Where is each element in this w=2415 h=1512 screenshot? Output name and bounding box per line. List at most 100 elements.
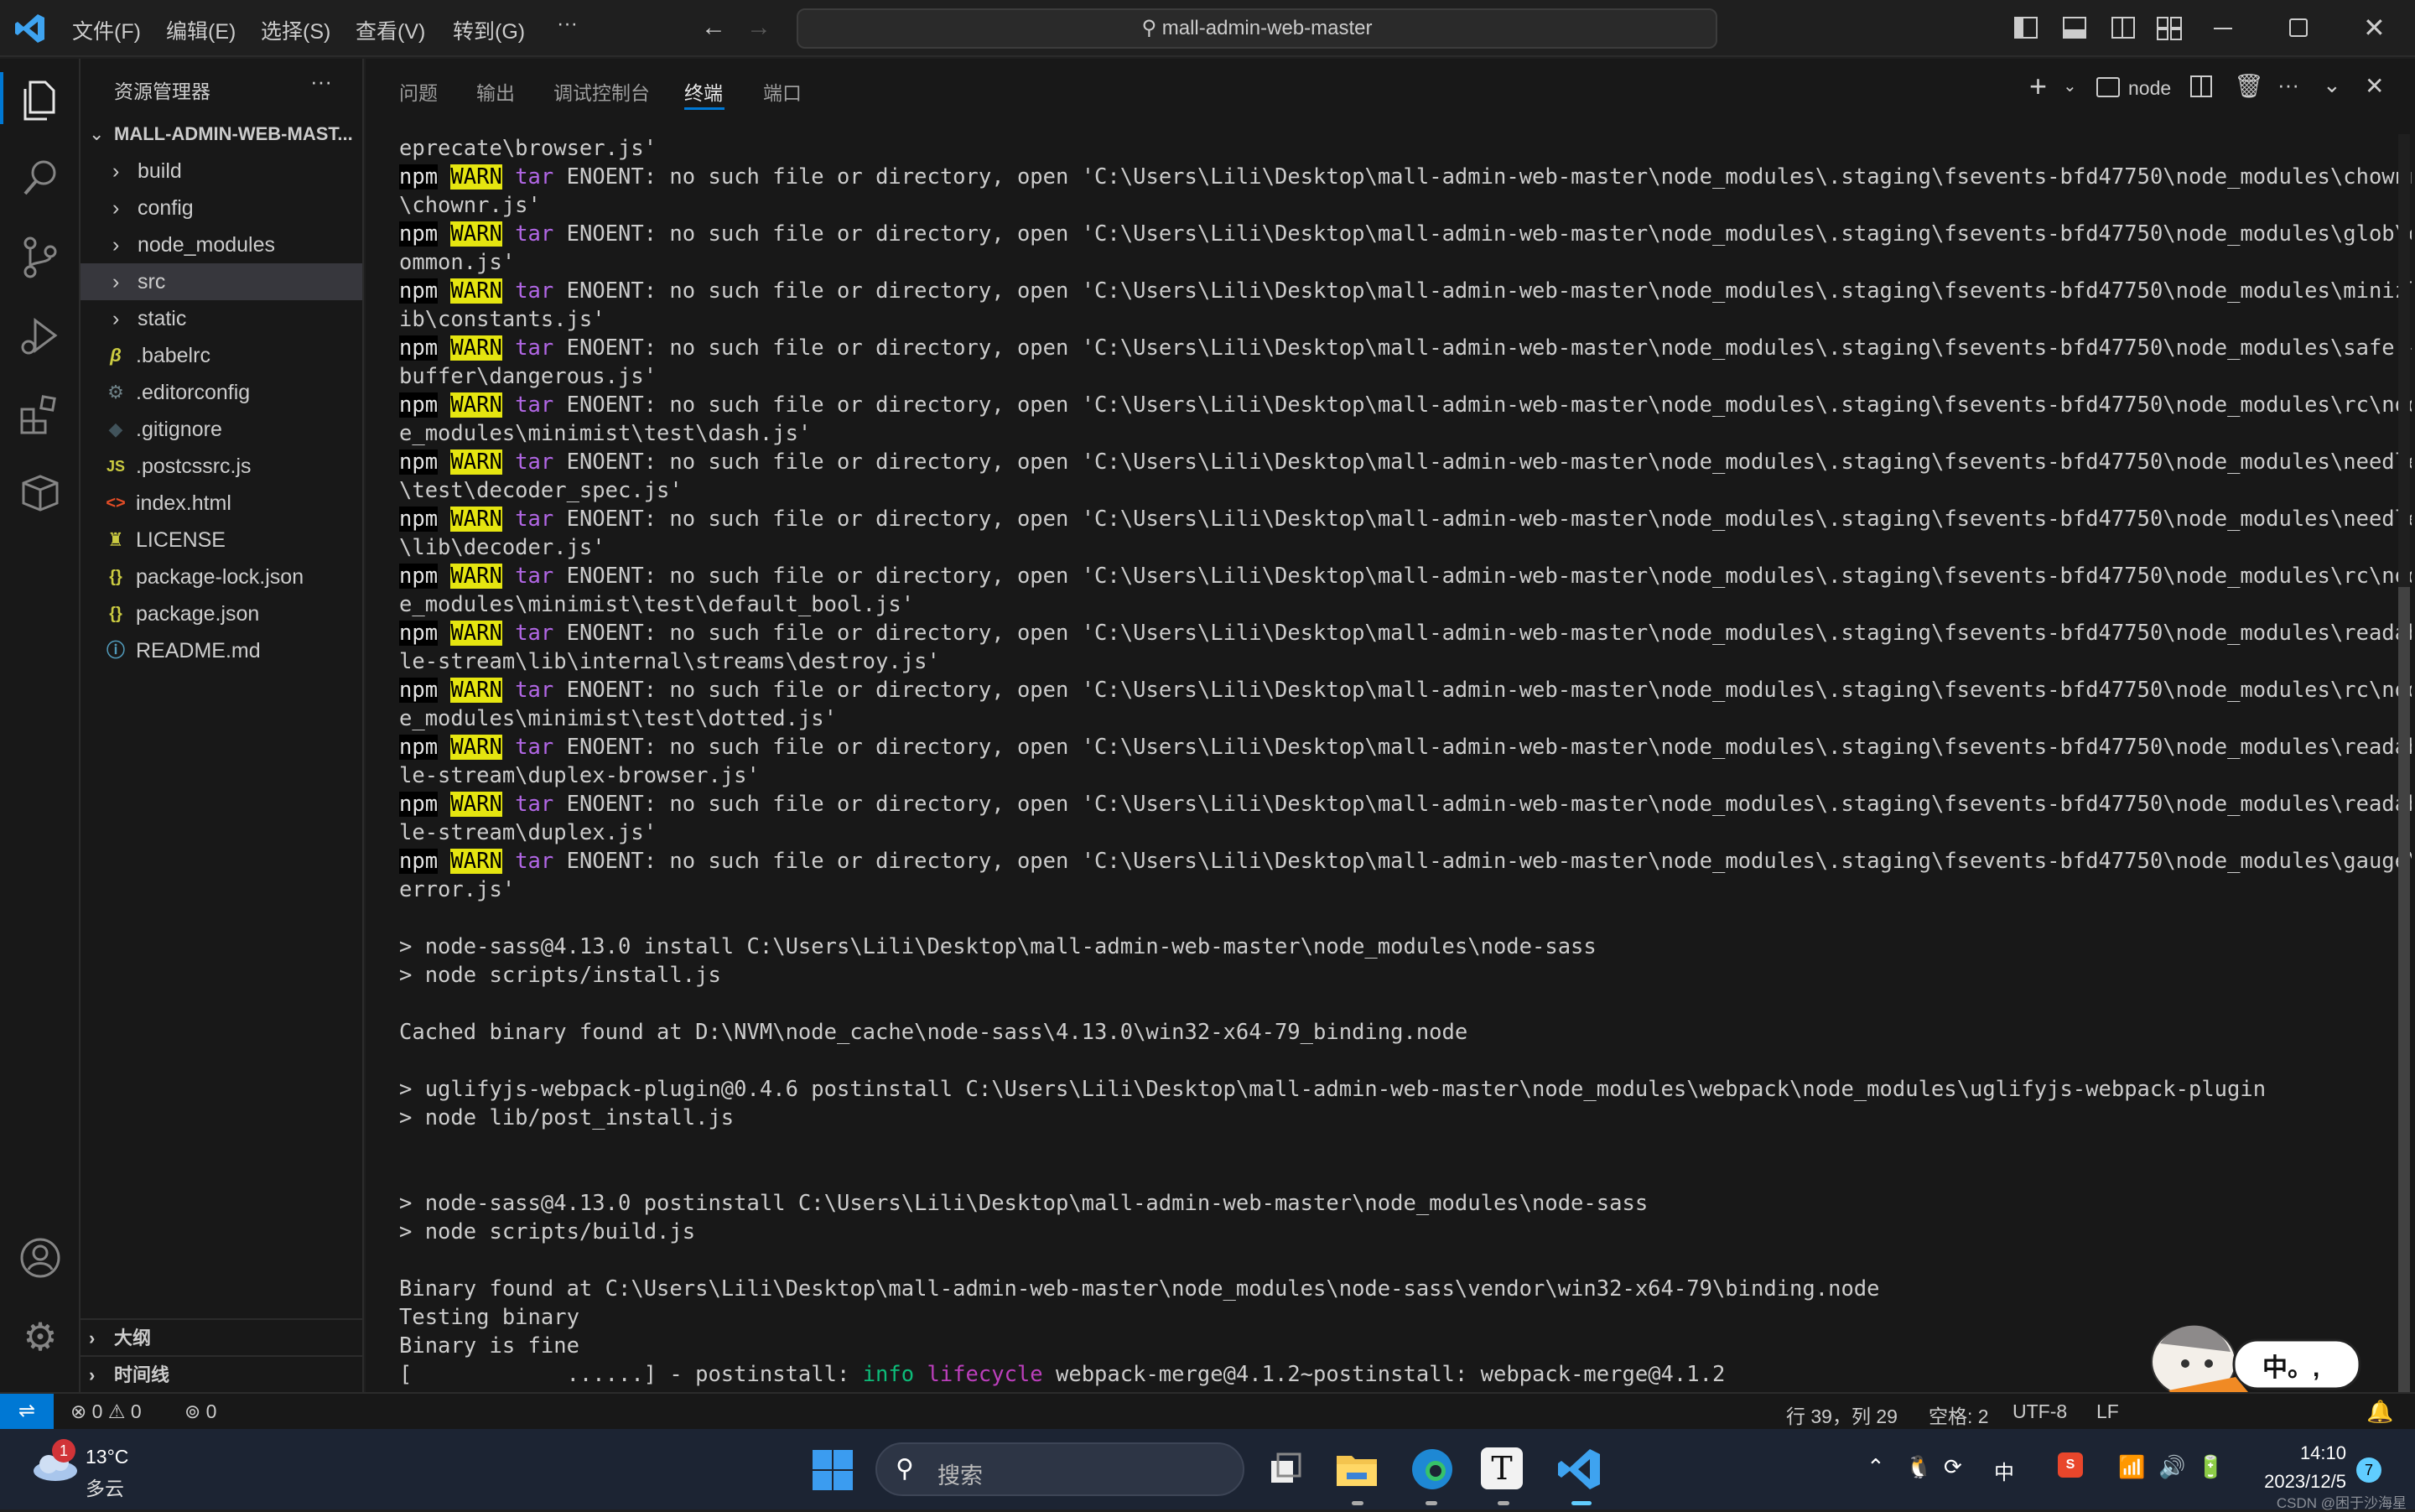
app-tray-icon[interactable]: S xyxy=(2058,1452,2083,1478)
file-editorconfig[interactable]: ⚙ .editorconfig xyxy=(80,374,362,411)
tab-terminal[interactable]: 终端 xyxy=(684,77,723,106)
volume-icon[interactable]: 🔊 xyxy=(2158,1454,2185,1480)
maximize-panel-chevron-icon[interactable]: ⌄ xyxy=(2323,72,2341,98)
file-license[interactable]: ♜ LICENSE xyxy=(80,522,362,559)
new-terminal-plus-icon[interactable]: + xyxy=(2029,69,2047,104)
terminal-line-text: ENOENT: no such file or directory, open … xyxy=(553,335,2412,361)
source-control-icon[interactable] xyxy=(17,233,64,280)
file-readme[interactable]: ⓘ README.md xyxy=(80,632,362,669)
terminal-name[interactable]: node xyxy=(2128,77,2171,100)
npm-prefix: npm xyxy=(399,564,439,589)
file-explorer-icon[interactable] xyxy=(1332,1444,1382,1494)
chevron-down-icon[interactable]: ⌄ xyxy=(2063,75,2077,96)
weather-desc[interactable]: 多云 xyxy=(86,1473,124,1501)
file-package-json[interactable]: {} package.json xyxy=(80,595,362,632)
tab-problems[interactable]: 问题 xyxy=(399,77,438,106)
customize-layout-icon[interactable] xyxy=(2157,17,2182,40)
notification-count-badge[interactable]: 7 xyxy=(2356,1457,2381,1483)
menu-go[interactable]: 转到(G) xyxy=(453,15,525,45)
menu-selection[interactable]: 选择(S) xyxy=(261,15,330,45)
forward-arrow-icon[interactable]: → xyxy=(746,13,771,42)
windows-start-icon[interactable] xyxy=(812,1449,854,1491)
edge-browser-icon[interactable] xyxy=(1407,1444,1457,1494)
folder-static[interactable]: › static xyxy=(80,300,362,337)
weather-temp[interactable]: 13°C xyxy=(86,1446,128,1468)
sync-tray-icon[interactable]: ⟳ xyxy=(1944,1454,1962,1480)
extensions-icon[interactable] xyxy=(17,391,64,438)
terminal-scrollbar[interactable] xyxy=(2398,134,2410,1392)
ports-status[interactable]: ⊚ 0 xyxy=(184,1400,216,1423)
tab-debug-console[interactable]: 调试控制台 xyxy=(553,77,650,106)
warn-badge: WARN xyxy=(450,164,502,190)
menu-view[interactable]: 查看(V) xyxy=(356,15,425,45)
vscode-taskbar-icon[interactable] xyxy=(1555,1444,1605,1494)
file-gitignore[interactable]: ◆ .gitignore xyxy=(80,411,362,448)
folder-build[interactable]: › build xyxy=(80,153,362,190)
more-actions-icon[interactable]: ··· xyxy=(2277,72,2299,98)
sidebar-more-button[interactable]: ··· xyxy=(310,69,332,95)
search-view-icon[interactable] xyxy=(17,154,64,201)
terminal-line: > node-sass@4.13.0 postinstall C:\Users\… xyxy=(399,1189,2412,1218)
terminal-line: ib\constants.js' xyxy=(399,305,2412,334)
qq-tray-icon[interactable]: 🐧 xyxy=(1905,1454,1932,1480)
folder-config[interactable]: › config xyxy=(80,190,362,226)
folder-src[interactable]: › src xyxy=(80,263,362,300)
toggle-panel-icon[interactable] xyxy=(2063,17,2086,39)
ime-indicator[interactable]: 中 xyxy=(1994,1456,2014,1485)
terminal-output[interactable]: eprecate\browser.js' npm WARN tar ENOENT:… xyxy=(399,134,2412,1392)
tab-output[interactable]: 输出 xyxy=(476,77,515,106)
running-app-indicator xyxy=(1426,1501,1437,1505)
file-label: package.json xyxy=(136,602,260,626)
terminal-line: npm WARN tar ENOENT: no such file or dir… xyxy=(399,847,2412,876)
close-window-icon[interactable]: ✕ xyxy=(2363,12,2386,44)
sidebar-title: 资源管理器 xyxy=(114,81,210,102)
remote-indicator-icon[interactable]: ⇌ xyxy=(0,1394,54,1429)
explorer-icon[interactable] xyxy=(17,75,64,122)
cursor-position[interactable]: 行 39，列 29 xyxy=(1786,1400,1898,1429)
toggle-secondary-sidebar-icon[interactable] xyxy=(2111,17,2135,39)
outline-section-header[interactable]: › 大纲 xyxy=(80,1320,362,1357)
menu-edit[interactable]: 编辑(E) xyxy=(166,15,236,45)
terminal-line-text: le-stream\lib\internal\streams\destroy.j… xyxy=(399,649,940,674)
run-debug-icon[interactable] xyxy=(17,312,64,359)
back-arrow-icon[interactable]: ← xyxy=(701,13,726,42)
menu-more[interactable]: ··· xyxy=(557,12,578,36)
folder-node-modules[interactable]: › node_modules xyxy=(80,226,362,263)
split-terminal-icon[interactable] xyxy=(2190,75,2212,97)
remote-explorer-icon[interactable] xyxy=(17,470,64,517)
trash-icon[interactable]: 🗑 xyxy=(2234,72,2264,100)
tar-label: tar xyxy=(515,849,554,874)
battery-icon[interactable]: 🔋 xyxy=(2197,1454,2224,1480)
clock-date[interactable]: 2023/12/5 xyxy=(2239,1471,2346,1493)
restore-icon[interactable] xyxy=(2289,18,2308,37)
file-package-lock-json[interactable]: {} package-lock.json xyxy=(80,559,362,595)
encoding-status[interactable]: UTF-8 xyxy=(2012,1400,2067,1423)
minimize-icon[interactable] xyxy=(2214,28,2232,29)
accounts-icon[interactable] xyxy=(17,1234,64,1281)
eol-status[interactable]: LF xyxy=(2096,1400,2119,1423)
tab-ports[interactable]: 端口 xyxy=(763,77,802,106)
indentation-status[interactable]: 空格: 2 xyxy=(1929,1400,1989,1429)
settings-gear-icon[interactable]: ⚙ xyxy=(17,1313,64,1360)
command-center-search[interactable]: ⚲ mall-admin-web-master xyxy=(797,8,1717,49)
taskbar-search-box[interactable]: ⚲ 搜索 xyxy=(875,1442,1244,1496)
wifi-icon[interactable]: 📶 xyxy=(2118,1454,2145,1480)
typora-icon[interactable]: T xyxy=(1481,1447,1523,1489)
close-panel-icon[interactable]: ✕ xyxy=(2365,72,2384,100)
terminal-line-text: le-stream\duplex-browser.js' xyxy=(399,763,760,788)
explorer-root-folder[interactable]: ⌄ MALL-ADMIN-WEB-MAST... xyxy=(80,116,362,153)
show-hidden-icons-chevron[interactable]: ⌃ xyxy=(1867,1454,1885,1480)
toggle-sidebar-icon[interactable] xyxy=(2014,17,2038,39)
file-postcssrc[interactable]: JS .postcssrc.js xyxy=(80,448,362,485)
task-view-icon[interactable] xyxy=(1258,1444,1308,1494)
problems-status[interactable]: ⊗ 0 ⚠ 0 xyxy=(70,1400,142,1423)
clock-time[interactable]: 14:10 xyxy=(2254,1442,2346,1464)
file-index-html[interactable]: <> index.html xyxy=(80,485,362,522)
warning-count: 0 xyxy=(130,1400,142,1422)
file-babelrc[interactable]: β .babelrc xyxy=(80,337,362,374)
timeline-section-header[interactable]: › 时间线 xyxy=(80,1357,362,1394)
notifications-bell-icon[interactable]: 🔔 xyxy=(2366,1399,2393,1425)
menu-file[interactable]: 文件(F) xyxy=(72,15,141,45)
file-label: .babelrc xyxy=(136,344,210,367)
